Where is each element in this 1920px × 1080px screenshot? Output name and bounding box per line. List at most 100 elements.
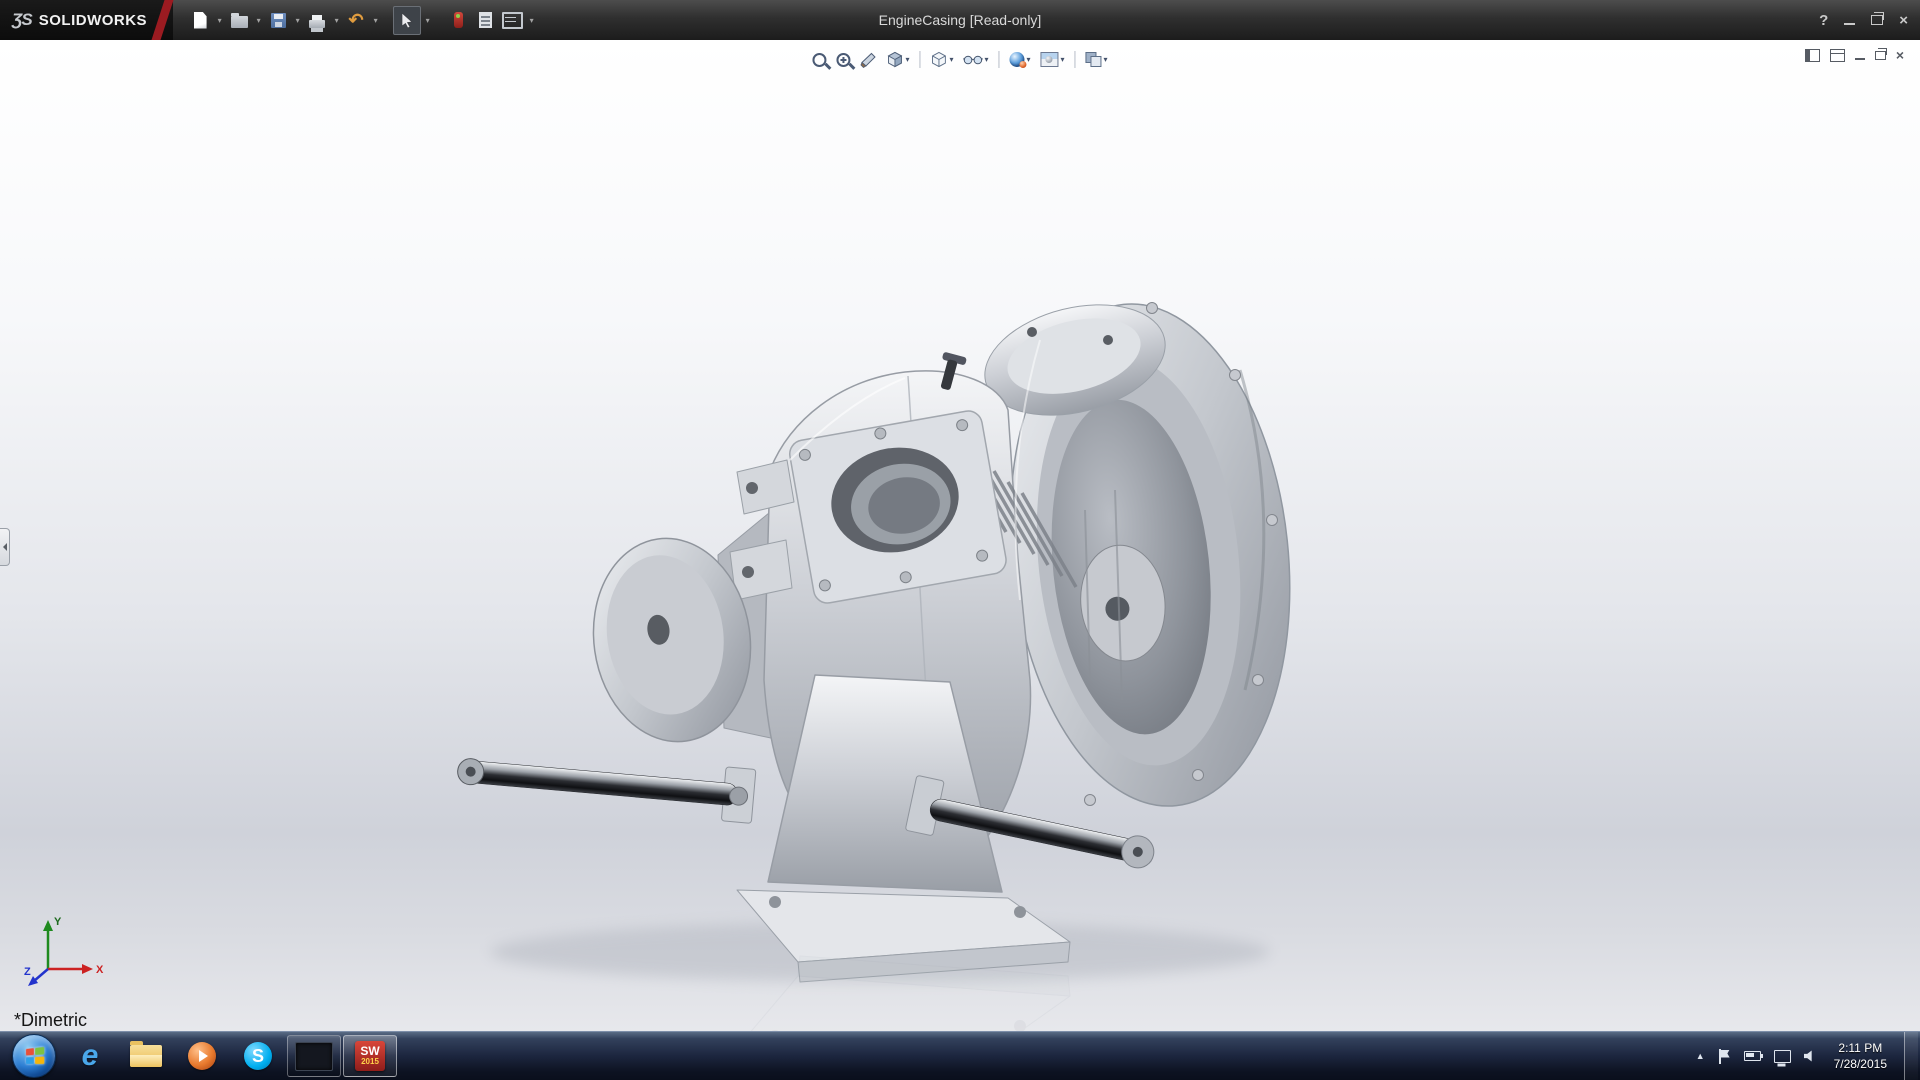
doc-restore-button[interactable] xyxy=(1874,47,1887,60)
toolbar-separator xyxy=(1074,51,1076,68)
action-center-icon[interactable] xyxy=(1718,1048,1731,1064)
hide-show-items-dropdown[interactable]: ▾ xyxy=(984,55,988,64)
solidworks-logo-icon: ƷS xyxy=(12,10,33,29)
zoom-to-area-button[interactable] xyxy=(833,50,853,70)
battery-icon[interactable] xyxy=(1743,1051,1764,1061)
main-toolbar: ▾ ▾ ▾ ▾ ↶ ▾ ▾ ▾ xyxy=(187,0,537,40)
clock-date: 7/28/2015 xyxy=(1833,1057,1887,1071)
document-window-controls: × xyxy=(1804,47,1904,62)
rebuild-button[interactable] xyxy=(445,7,471,34)
doc-minimize-button[interactable] xyxy=(1854,57,1865,60)
file-explorer-button[interactable] xyxy=(119,1035,173,1077)
options-dropdown-arrow[interactable]: ▾ xyxy=(526,16,537,25)
doc-close-button[interactable]: × xyxy=(1896,48,1904,62)
display-style-icon xyxy=(932,51,946,68)
titlebar: ƷS SOLIDWORKS ▾ ▾ ▾ ▾ ↶ ▾ ▾ ▾ EngineCasi… xyxy=(0,0,1920,40)
windows-logo-icon xyxy=(25,1046,44,1065)
orientation-triad: Y X Z xyxy=(24,916,104,986)
skype-button[interactable]: S xyxy=(231,1035,285,1077)
document-title: EngineCasing [Read-only] xyxy=(878,12,1042,28)
view-orientation-button[interactable]: ▾ xyxy=(883,48,912,71)
graphics-area[interactable]: ▾ ▾ ▾ ▾ ▾ ▾ × Y X Z *Dimetric xyxy=(0,40,1920,1031)
media-player-icon xyxy=(188,1042,216,1070)
solidworks-2015-icon: SW 2015 xyxy=(355,1041,385,1071)
model-canvas[interactable] xyxy=(0,40,1920,1031)
undo-icon: ↶ xyxy=(348,10,364,30)
internet-explorer-button[interactable]: e xyxy=(63,1035,117,1077)
zoom-to-area-icon xyxy=(836,52,851,67)
display-icon[interactable] xyxy=(1773,1049,1791,1066)
undo-dropdown-arrow[interactable]: ▾ xyxy=(370,16,381,25)
solidworks-application: ƷS SOLIDWORKS ▾ ▾ ▾ ▾ ↶ ▾ ▾ ▾ EngineCasi… xyxy=(0,0,1920,1080)
select-dropdown-arrow[interactable]: ▾ xyxy=(422,16,433,25)
display-style-dropdown[interactable]: ▾ xyxy=(949,55,953,64)
skype-icon: S xyxy=(244,1042,272,1070)
apply-scene-button[interactable]: ▾ xyxy=(1038,49,1068,70)
clock-time: 2:11 PM xyxy=(1838,1040,1883,1055)
zoom-to-fit-button[interactable] xyxy=(809,50,829,70)
help-button[interactable]: ? xyxy=(1819,12,1828,29)
options-icon xyxy=(501,11,523,29)
new-document-icon xyxy=(193,11,207,29)
start-button[interactable] xyxy=(12,1034,56,1078)
view-settings-button[interactable]: ▾ xyxy=(1083,49,1111,70)
view-orientation-dropdown[interactable]: ▾ xyxy=(905,55,909,64)
file-properties-button[interactable] xyxy=(472,7,498,34)
edit-appearance-button[interactable]: ▾ xyxy=(1007,49,1034,70)
hide-show-items-icon xyxy=(963,55,983,65)
system-tray: ▲ 2:11 PM 7/28/2015 xyxy=(1696,1032,1920,1080)
save-icon xyxy=(270,12,286,28)
rebuild-icon xyxy=(453,12,463,28)
save-button[interactable] xyxy=(265,7,291,34)
undo-button[interactable]: ↶ xyxy=(343,7,369,34)
new-document-button[interactable] xyxy=(187,7,213,34)
select-cursor-icon xyxy=(401,12,413,28)
z-axis-label: Z xyxy=(24,966,31,978)
toolbar-separator xyxy=(919,51,921,68)
open-button[interactable] xyxy=(226,7,252,34)
taskbar-clock[interactable]: 2:11 PM 7/28/2015 xyxy=(1834,1040,1887,1072)
pane-split-icon[interactable] xyxy=(1829,48,1845,62)
print-dropdown-arrow[interactable]: ▾ xyxy=(331,16,342,25)
engine-casing-model[interactable] xyxy=(455,287,1313,983)
new-dropdown-arrow[interactable]: ▾ xyxy=(214,16,225,25)
close-button[interactable]: × xyxy=(1899,13,1908,28)
toolbar-separator xyxy=(998,51,1000,68)
media-player-button[interactable] xyxy=(175,1035,229,1077)
edit-appearance-dropdown[interactable]: ▾ xyxy=(1027,55,1031,64)
print-icon xyxy=(309,14,326,32)
options-button[interactable] xyxy=(499,7,525,34)
window-controls: ? × xyxy=(1819,12,1908,29)
restore-button[interactable] xyxy=(1871,12,1885,25)
view-settings-dropdown[interactable]: ▾ xyxy=(1104,55,1108,64)
apply-scene-icon xyxy=(1040,52,1059,67)
view-orientation-cube-icon xyxy=(887,51,903,68)
solidworks-taskbar-button[interactable]: SW 2015 xyxy=(343,1035,397,1077)
taskbar-apps: e S SW 2015 xyxy=(62,1032,398,1080)
feature-manager-collapse-handle[interactable] xyxy=(0,528,10,566)
apply-scene-dropdown[interactable]: ▾ xyxy=(1061,55,1065,64)
print-button[interactable] xyxy=(304,7,330,34)
minimize-button[interactable] xyxy=(1844,23,1856,25)
internet-explorer-icon: e xyxy=(81,1039,99,1072)
open-dropdown-arrow[interactable]: ▾ xyxy=(253,16,264,25)
heads-up-view-toolbar: ▾ ▾ ▾ ▾ ▾ ▾ xyxy=(809,48,1110,71)
pane-left-icon[interactable] xyxy=(1804,48,1820,62)
hide-show-items-button[interactable]: ▾ xyxy=(960,51,991,68)
solidworks-logo-text: SOLIDWORKS xyxy=(38,11,148,29)
y-axis-label: Y xyxy=(54,916,62,928)
solidworks-logo: ƷS SOLIDWORKS xyxy=(0,0,174,40)
volume-icon[interactable] xyxy=(1803,1050,1812,1062)
section-view-button[interactable] xyxy=(857,49,879,71)
x-axis-label: X xyxy=(96,964,104,976)
save-dropdown-arrow[interactable]: ▾ xyxy=(292,16,303,25)
windows-taskbar: e S SW 2015 ▲ 2:11 PM 7/28/2015 xyxy=(0,1031,1920,1080)
display-style-button[interactable]: ▾ xyxy=(927,48,956,71)
tray-expand-button[interactable]: ▲ xyxy=(1696,1051,1705,1061)
view-settings-icon xyxy=(1085,52,1102,67)
file-explorer-icon xyxy=(130,1041,162,1068)
command-window-button[interactable] xyxy=(287,1035,341,1077)
select-button[interactable] xyxy=(393,5,422,35)
file-properties-icon xyxy=(478,12,492,28)
show-desktop-button[interactable] xyxy=(1904,1032,1918,1080)
